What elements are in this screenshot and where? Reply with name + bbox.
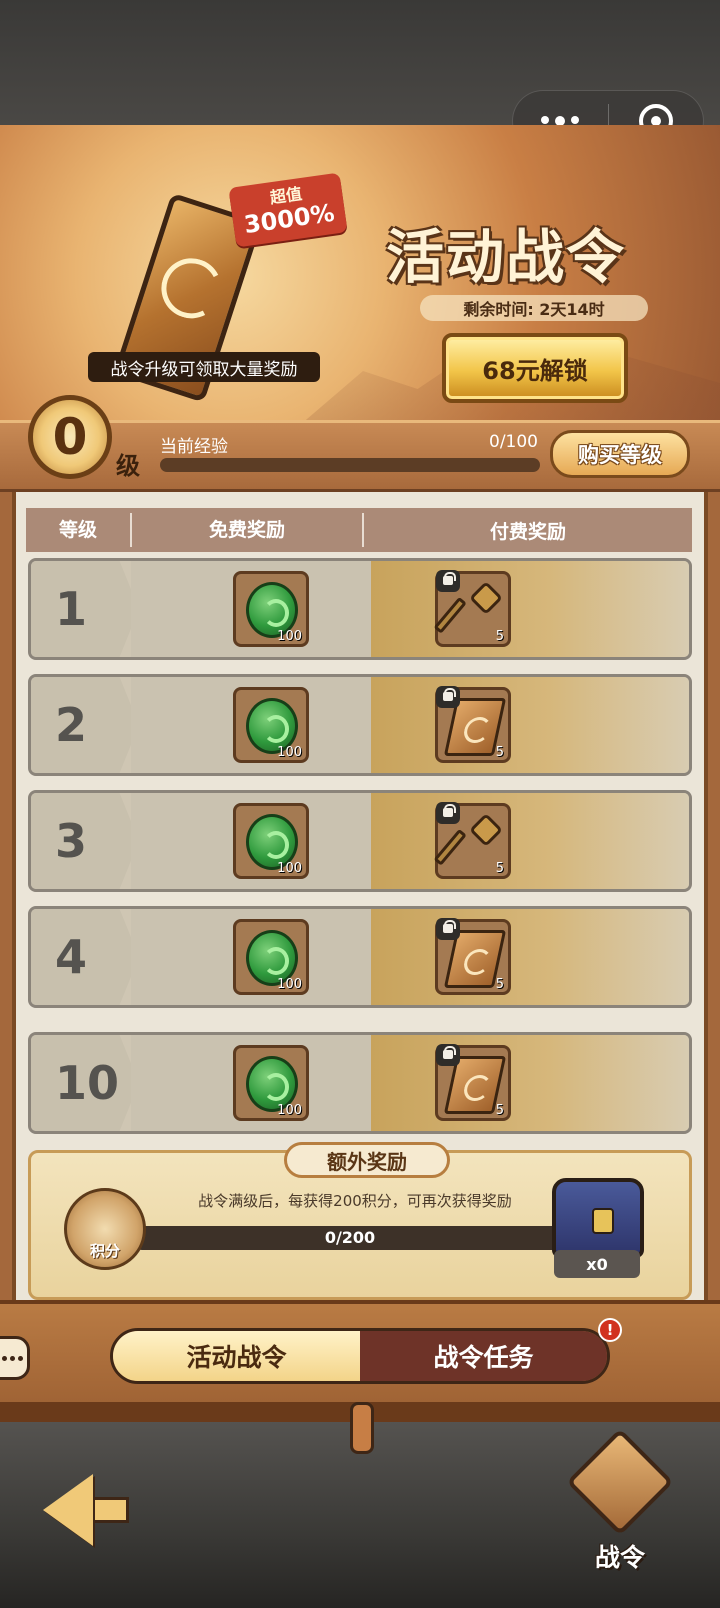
- table-row: 10 100 5: [28, 1032, 692, 1134]
- remaining-time: 剩余时间: 2天14时: [420, 295, 648, 321]
- exp-label: 当前经验: [160, 437, 228, 457]
- header-level: 等级: [26, 513, 132, 547]
- free-reward-slot[interactable]: 100: [233, 919, 309, 995]
- battle-pass-label: 战令: [594, 1543, 645, 1572]
- table-row: 2 100 5: [28, 674, 692, 776]
- exp-progress-bar: [160, 458, 540, 472]
- page-title: 活动战令: [386, 223, 627, 291]
- paid-reward-slot[interactable]: 5: [433, 802, 511, 879]
- points-progress-text: 0/200: [324, 1228, 376, 1247]
- chest-count: x0: [554, 1250, 640, 1278]
- battle-pass-button[interactable]: 战令: [560, 1428, 680, 1588]
- paid-reward-slot[interactable]: 5: [433, 570, 511, 647]
- paid-reward-count: 5: [495, 745, 504, 760]
- pull-handle[interactable]: [350, 1402, 374, 1454]
- row-level: 3: [31, 793, 139, 889]
- key-icon: [433, 813, 503, 872]
- free-reward-cell: 100: [131, 677, 403, 773]
- level-unit: 级: [116, 452, 140, 480]
- chat-bubble-icon[interactable]: [0, 1336, 30, 1380]
- points-coin-icon: 积分: [64, 1188, 146, 1270]
- free-reward-slot[interactable]: 100: [233, 571, 309, 647]
- table-row: 1 100 5: [28, 558, 692, 660]
- free-reward-slot[interactable]: 100: [233, 803, 309, 879]
- paid-reward-cell: 5: [371, 561, 689, 657]
- free-reward-slot[interactable]: 100: [233, 1045, 309, 1121]
- paid-reward-cell: 5: [371, 909, 689, 1005]
- key-icon: [433, 581, 503, 640]
- header-paid-reward: 付费奖励: [489, 520, 566, 543]
- battle-pass-emblem-icon: [566, 1428, 674, 1536]
- paid-reward-count: 5: [495, 861, 504, 876]
- row-level: 4: [31, 909, 139, 1005]
- extra-reward-title: 额外奖励: [284, 1142, 450, 1178]
- points-label: 积分: [89, 1242, 120, 1260]
- paid-reward-slot[interactable]: 5: [435, 686, 511, 763]
- paid-reward-count: 5: [495, 1103, 504, 1118]
- unlock-button[interactable]: 68元解锁: [442, 333, 628, 403]
- paid-reward-cell: 5: [371, 1035, 689, 1131]
- lock-icon: [436, 686, 460, 708]
- lock-icon: [436, 918, 460, 940]
- back-arrow-icon: [43, 1474, 93, 1546]
- paid-reward-count: 5: [495, 977, 504, 992]
- tab-switcher: 活动战令 战令任务: [110, 1328, 610, 1384]
- back-button[interactable]: [36, 1468, 136, 1552]
- alert-badge-icon: !: [598, 1318, 622, 1342]
- free-reward-count: 100: [277, 861, 302, 876]
- table-row: 4 100 5: [28, 906, 692, 1008]
- tab-pass-tasks[interactable]: 战令任务: [360, 1331, 607, 1381]
- free-reward-count: 100: [277, 629, 302, 644]
- treasure-chest-icon[interactable]: [552, 1178, 644, 1258]
- paid-reward-slot[interactable]: 5: [435, 918, 511, 995]
- paid-reward-cell: 5: [371, 677, 689, 773]
- table-row: 3 100 5: [28, 790, 692, 892]
- free-reward-cell: 100: [131, 1035, 403, 1131]
- row-level: 1: [31, 561, 139, 657]
- free-reward-slot[interactable]: 100: [233, 687, 309, 763]
- exp-count: 0/100: [489, 432, 538, 452]
- extra-reward-description: 战令满级后，每获得200积分，可再次获得奖励: [198, 1192, 512, 1210]
- row-level: 10: [31, 1035, 139, 1131]
- value-badge-line2: 3000%: [242, 198, 337, 240]
- lock-icon: [436, 570, 460, 592]
- lock-icon: [436, 1044, 460, 1066]
- free-reward-cell: 100: [131, 793, 403, 889]
- paid-reward-cell: 5: [371, 793, 689, 889]
- header-free-reward: 免费奖励: [132, 513, 364, 547]
- buy-level-button[interactable]: 购买等级: [550, 430, 690, 478]
- free-reward-cell: 100: [131, 561, 403, 657]
- level-badge: 0: [28, 395, 112, 479]
- hero-caption: 战令升级可领取大量奖励: [88, 352, 320, 382]
- free-reward-cell: 100: [131, 909, 403, 1005]
- free-reward-count: 100: [277, 745, 302, 760]
- paid-reward-count: 5: [495, 629, 504, 644]
- row-level: 2: [31, 677, 139, 773]
- table-header: 等级 免费奖励 付费奖励: [26, 508, 692, 552]
- lock-icon: [436, 802, 460, 824]
- free-reward-count: 100: [277, 1103, 302, 1118]
- tab-activity-pass[interactable]: 活动战令: [113, 1331, 360, 1381]
- paid-reward-slot[interactable]: 5: [435, 1044, 511, 1121]
- free-reward-count: 100: [277, 977, 302, 992]
